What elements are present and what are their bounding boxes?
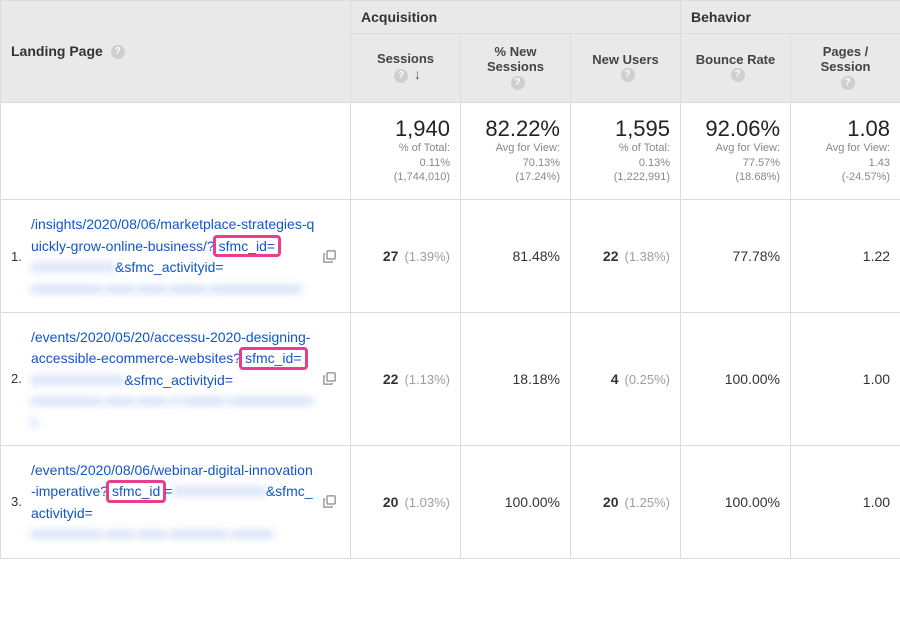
summary-row: 1,940 % of Total: 0.11% (1,744,010) 82.2…	[1, 102, 900, 200]
col-group-acquisition: Acquisition	[351, 1, 681, 34]
col-header-landing-page[interactable]: Landing Page ?	[1, 1, 351, 103]
pages-per-session-cell: 1.00	[791, 445, 900, 558]
pct-new-sessions-cell: 81.48%	[461, 200, 571, 313]
redacted-text: XXXXXXXXXX	[31, 370, 124, 390]
bounce-rate-cell: 100.00%	[681, 445, 791, 558]
new-users-cell: 20(1.25%)	[571, 445, 681, 558]
col-header-label: Landing Page	[11, 43, 103, 59]
pct-new-sessions-cell: 100.00%	[461, 445, 571, 558]
pages-per-session-cell: 1.22	[791, 200, 900, 313]
highlight-sfmc-id: sfmc_id=	[213, 235, 281, 258]
help-icon[interactable]: ?	[621, 68, 635, 82]
col-header-sessions[interactable]: Sessions ? ↓	[351, 34, 461, 103]
redacted-text: xxxxxxxxxx-xxxx-xxxx-xxxxx-xxxxxxxxxxxxx	[31, 278, 302, 298]
pages-per-session-cell: 1.00	[791, 312, 900, 445]
sessions-cell: 20(1.03%)	[351, 445, 461, 558]
help-icon[interactable]: ?	[841, 76, 855, 90]
summary-bounce-rate: 92.06% Avg for View: 77.57% (18.68%)	[681, 102, 791, 200]
pct-new-sessions-cell: 18.18%	[461, 312, 571, 445]
redacted-text: xxxxxxxxxx-xxxx-xxxx-x-xxxxxx-xxxxxxxxxx…	[31, 390, 316, 431]
redacted-text: xxxxxxxxxx-xxxx-xxxx-xxxxxxxx-xxxxxx	[31, 523, 274, 543]
open-link-icon[interactable]	[322, 327, 340, 431]
sessions-cell: 27(1.39%)	[351, 200, 461, 313]
summary-new-users: 1,595 % of Total: 0.13% (1,222,991)	[571, 102, 681, 200]
sessions-cell: 22(1.13%)	[351, 312, 461, 445]
summary-pages-per-session: 1.08 Avg for View: 1.43 (-24.57%)	[791, 102, 900, 200]
open-link-icon[interactable]	[322, 460, 340, 544]
help-icon[interactable]: ?	[731, 68, 745, 82]
help-icon[interactable]: ?	[511, 76, 525, 90]
help-icon[interactable]: ?	[394, 69, 408, 83]
landing-page-link[interactable]: /insights/2020/08/06/marketplace-strateg…	[31, 214, 322, 298]
open-link-icon[interactable]	[322, 214, 340, 298]
landing-page-link[interactable]: /events/2020/05/20/accessu-2020-designin…	[31, 327, 322, 431]
help-icon[interactable]: ?	[111, 45, 125, 59]
highlight-sfmc-id: sfmc_id=	[239, 347, 307, 370]
summary-sessions: 1,940 % of Total: 0.11% (1,744,010)	[351, 102, 461, 200]
new-users-cell: 22(1.38%)	[571, 200, 681, 313]
landing-page-cell: 3. /events/2020/08/06/webinar-digital-in…	[1, 445, 351, 558]
sort-desc-icon: ↓	[414, 66, 421, 82]
highlight-sfmc-id: sfmc_id	[106, 480, 166, 503]
landing-page-cell: 2. /events/2020/05/20/accessu-2020-desig…	[1, 312, 351, 445]
landing-page-cell: 1. /insights/2020/08/06/marketplace-stra…	[1, 200, 351, 313]
bounce-rate-cell: 77.78%	[681, 200, 791, 313]
col-header-pct-new-sessions[interactable]: % New Sessions ?	[461, 34, 571, 103]
col-header-new-users[interactable]: New Users ?	[571, 34, 681, 103]
table-row: 3. /events/2020/08/06/webinar-digital-in…	[1, 445, 900, 558]
col-header-bounce-rate[interactable]: Bounce Rate ?	[681, 34, 791, 103]
col-header-pages-per-session[interactable]: Pages / Session ?	[791, 34, 900, 103]
table-row: 2. /events/2020/05/20/accessu-2020-desig…	[1, 312, 900, 445]
new-users-cell: 4(0.25%)	[571, 312, 681, 445]
landing-page-link[interactable]: /events/2020/08/06/webinar-digital-innov…	[31, 460, 322, 544]
landing-page-report-table: Landing Page ? Acquisition Behavior Sess…	[0, 0, 900, 559]
col-group-behavior: Behavior	[681, 1, 900, 34]
redacted-text: XXXXXXXXXX	[172, 481, 265, 501]
redacted-text: XXXXXXXXX	[31, 257, 115, 277]
row-index: 3.	[11, 460, 31, 544]
table-row: 1. /insights/2020/08/06/marketplace-stra…	[1, 200, 900, 313]
summary-pct-new-sessions: 82.22% Avg for View: 70.13% (17.24%)	[461, 102, 571, 200]
bounce-rate-cell: 100.00%	[681, 312, 791, 445]
row-index: 1.	[11, 214, 31, 298]
row-index: 2.	[11, 327, 31, 431]
